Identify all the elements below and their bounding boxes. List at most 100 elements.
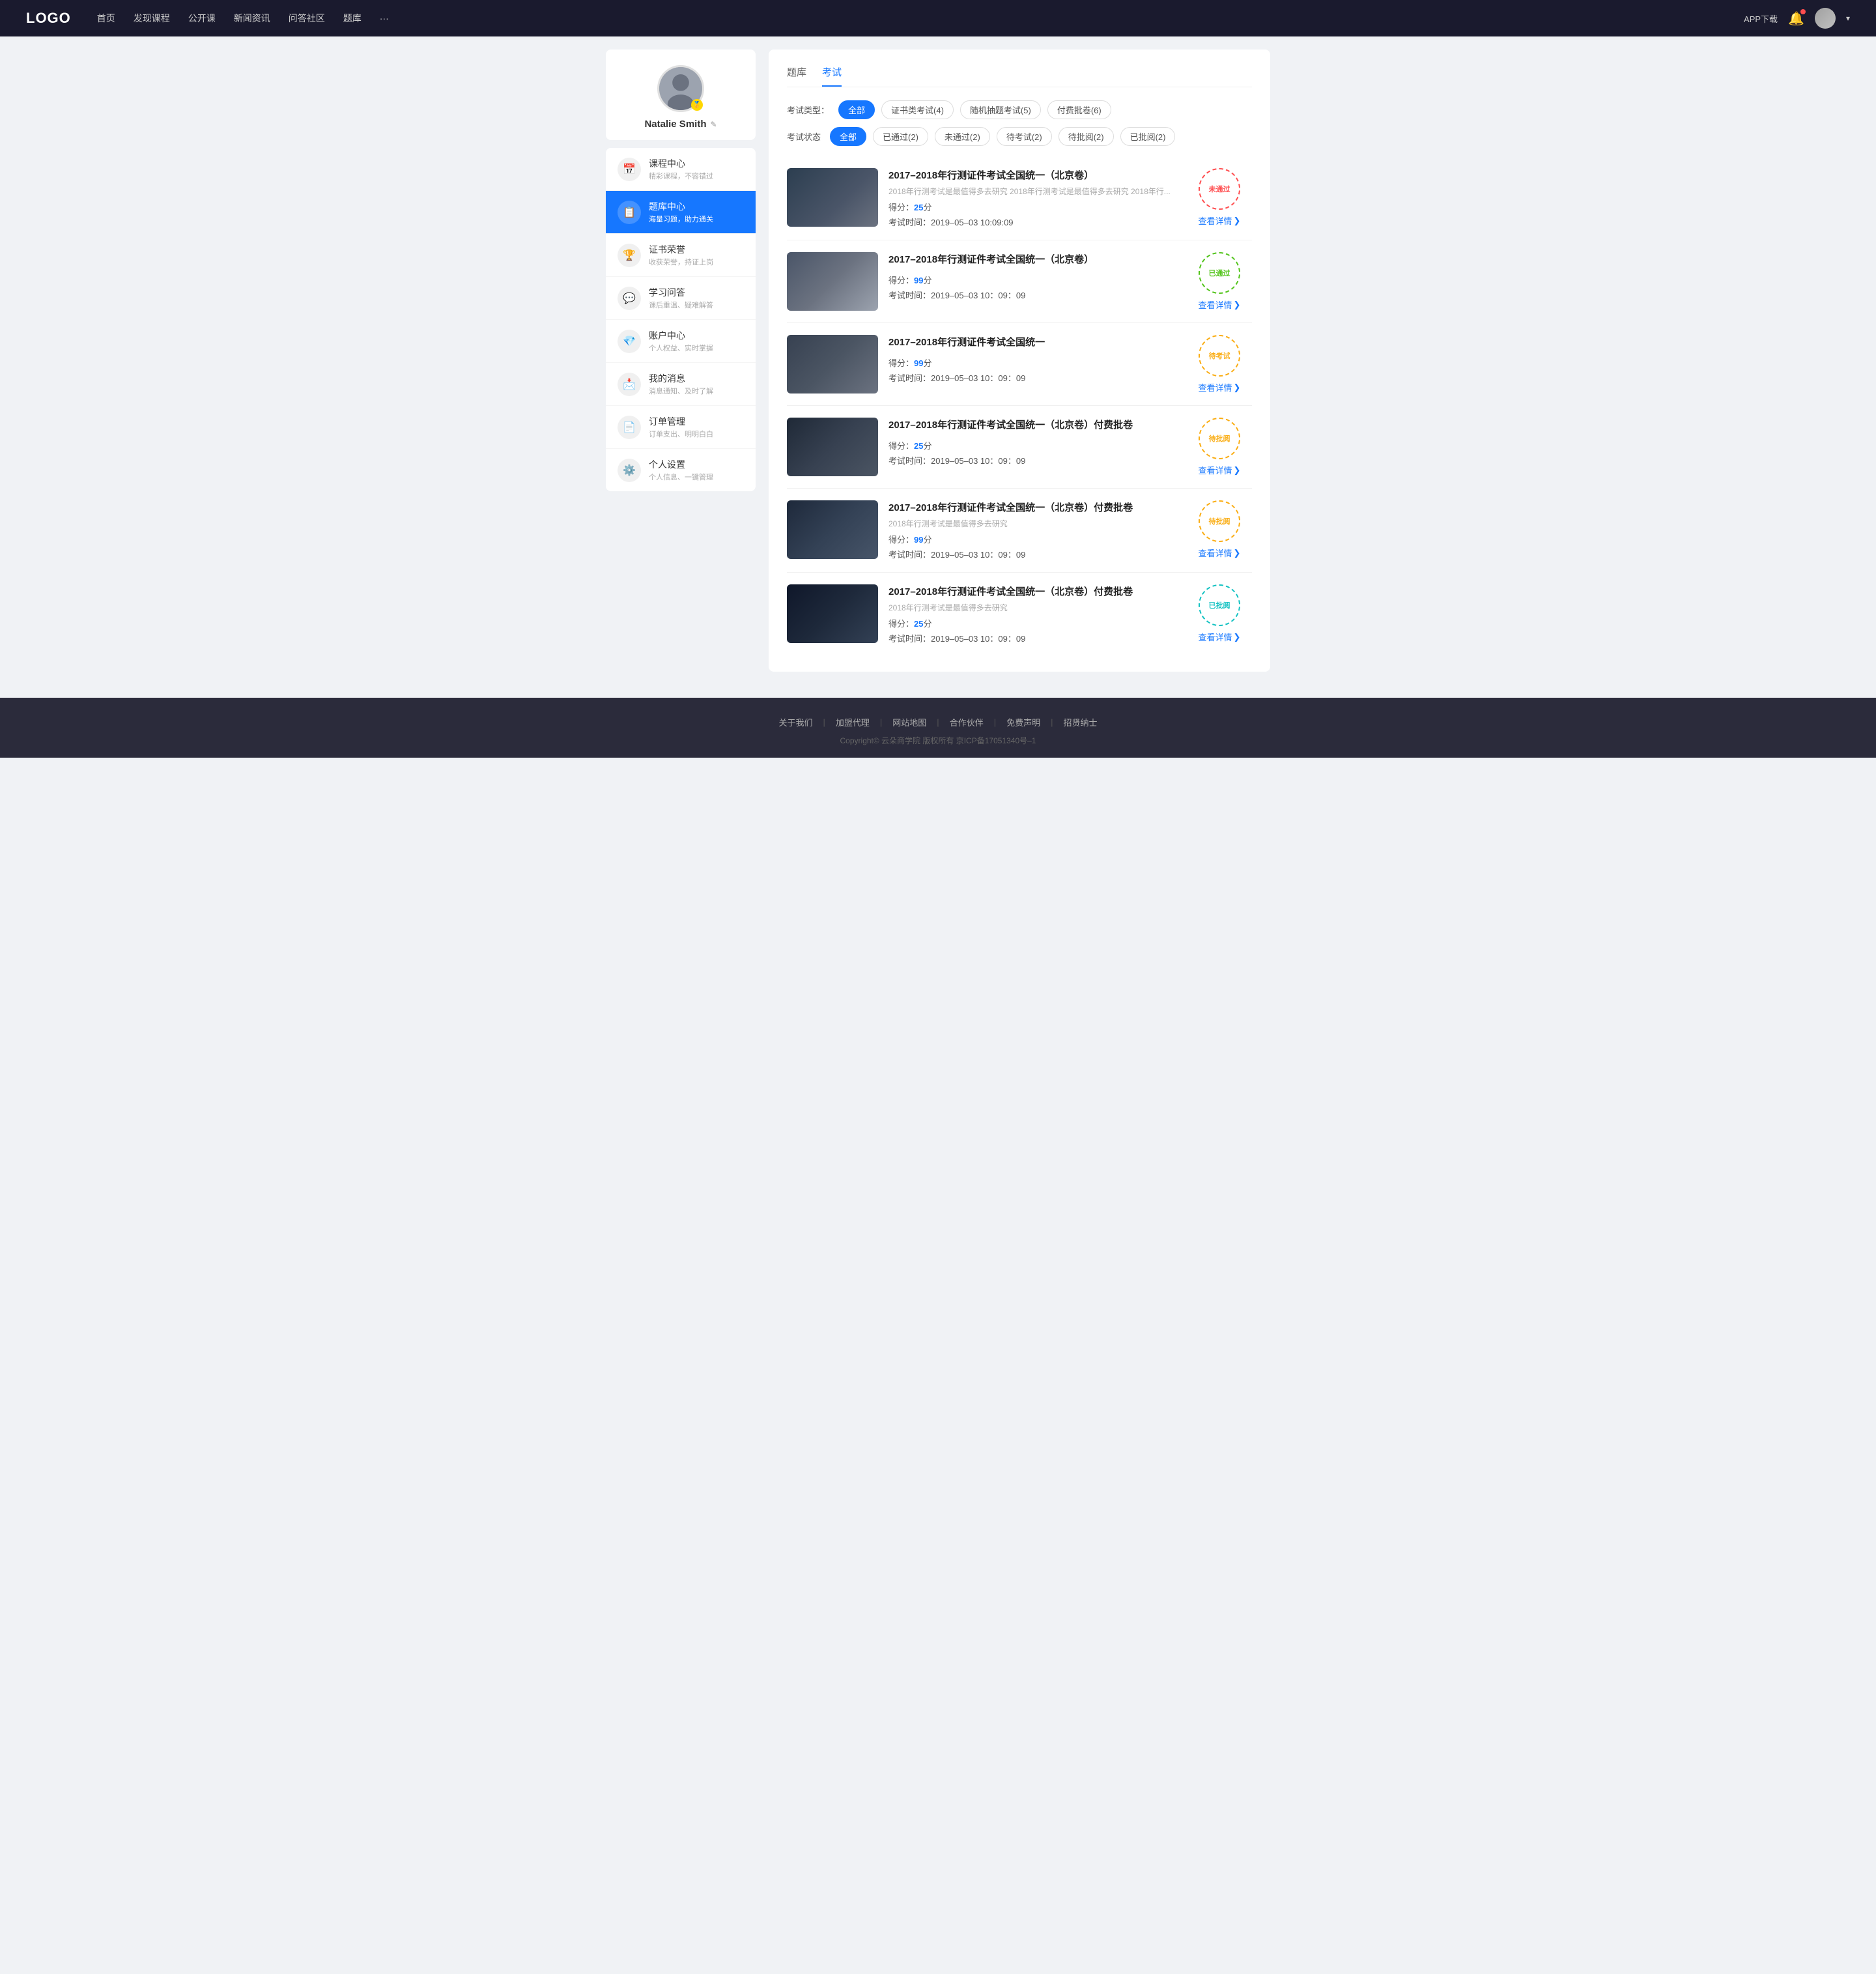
view-detail-4[interactable]: 查看详情❯ bbox=[1199, 464, 1241, 476]
course-label: 课程中心 bbox=[649, 157, 713, 170]
exam-thumb-6 bbox=[787, 584, 878, 643]
exam-right-2: 已通过 查看详情❯ bbox=[1187, 252, 1252, 311]
tab-bank[interactable]: 题库 bbox=[787, 65, 806, 87]
exam-right-1: 未通过 查看详情❯ bbox=[1187, 168, 1252, 227]
status-stamp-5: 待批阅 bbox=[1199, 500, 1240, 542]
notification-button[interactable]: 🔔 bbox=[1788, 10, 1804, 27]
exam-right-4: 待批阅 查看详情❯ bbox=[1187, 418, 1252, 476]
exam-item-6: 2017–2018年行测证件考试全国统一（北京卷）付费批卷 2018年行测考试是… bbox=[787, 573, 1252, 656]
username-row: Natalie Smith ✎ bbox=[616, 119, 745, 130]
exam-score-4: 得分：25分 bbox=[888, 439, 1176, 451]
footer-recruit[interactable]: 招贤纳士 bbox=[1053, 716, 1108, 728]
nav-discover[interactable]: 发现课程 bbox=[134, 12, 170, 25]
sidebar-item-course[interactable]: 📅 课程中心 精彩课程，不容错过 bbox=[606, 148, 756, 191]
footer-partner[interactable]: 合作伙伴 bbox=[939, 716, 994, 728]
exam-title-2: 2017–2018年行测证件考试全国统一（北京卷） bbox=[888, 252, 1176, 266]
status-stamp-4: 待批阅 bbox=[1199, 418, 1240, 459]
nav-qa[interactable]: 问答社区 bbox=[289, 12, 325, 25]
status-stamp-3: 待考试 bbox=[1199, 335, 1240, 377]
exam-desc-1: 2018年行测考试是最值得多去研究 2018年行测考试是最值得多去研究 2018… bbox=[888, 186, 1175, 197]
order-label: 订单管理 bbox=[649, 415, 713, 428]
exam-thumb-4 bbox=[787, 418, 878, 476]
view-detail-6[interactable]: 查看详情❯ bbox=[1199, 631, 1241, 643]
sidebar-item-message[interactable]: 📩 我的消息 消息通知、及时了解 bbox=[606, 363, 756, 406]
edit-profile-icon[interactable]: ✎ bbox=[710, 120, 717, 129]
exam-right-6: 已批阅 查看详情❯ bbox=[1187, 584, 1252, 643]
exam-thumb-5 bbox=[787, 500, 878, 559]
filter-type-all[interactable]: 全部 bbox=[838, 100, 875, 119]
settings-sub: 个人信息、一键管理 bbox=[649, 472, 713, 482]
ask-text-wrap: 学习问答 课后重温、疑难解答 bbox=[649, 286, 713, 310]
sidebar-item-cert[interactable]: 🏆 证书荣誉 收获荣誉，持证上岗 bbox=[606, 234, 756, 277]
sidebar-item-settings[interactable]: ⚙️ 个人设置 个人信息、一键管理 bbox=[606, 449, 756, 491]
filter-status-reviewed[interactable]: 已批阅(2) bbox=[1120, 127, 1176, 146]
main-nav: 首页 发现课程 公开课 新闻资讯 问答社区 题库 ··· bbox=[97, 12, 1744, 25]
sidebar-item-quiz[interactable]: 📋 题库中心 海量习题，助力通关 bbox=[606, 191, 756, 234]
user-menu-chevron[interactable]: ▾ bbox=[1846, 14, 1850, 23]
account-label: 账户中心 bbox=[649, 329, 713, 342]
filter-status-all[interactable]: 全部 bbox=[830, 127, 866, 146]
footer-sitemap[interactable]: 网站地图 bbox=[882, 716, 937, 728]
footer-disclaimer[interactable]: 免费声明 bbox=[996, 716, 1051, 728]
view-detail-1[interactable]: 查看详情❯ bbox=[1199, 214, 1241, 227]
filter-status-label: 考试状态 bbox=[787, 130, 821, 143]
exam-time-5: 考试时间：2019–05–03 10：09：09 bbox=[888, 548, 1176, 560]
page-tabs: 题库 考试 bbox=[787, 65, 1252, 87]
quiz-label: 题库中心 bbox=[649, 200, 713, 213]
exam-desc-5: 2018年行测考试是最值得多去研究 bbox=[888, 518, 1175, 529]
cert-icon: 🏆 bbox=[618, 244, 641, 267]
filter-type-cert[interactable]: 证书类考试(4) bbox=[881, 100, 954, 119]
exam-right-3: 待考试 查看详情❯ bbox=[1187, 335, 1252, 393]
exam-info-6: 2017–2018年行测证件考试全国统一（北京卷）付费批卷 2018年行测考试是… bbox=[888, 584, 1176, 644]
filter-type-random[interactable]: 随机抽题考试(5) bbox=[960, 100, 1041, 119]
exam-info-5: 2017–2018年行测证件考试全国统一（北京卷）付费批卷 2018年行测考试是… bbox=[888, 500, 1176, 560]
filter-status-failed[interactable]: 未通过(2) bbox=[935, 127, 990, 146]
sidebar-item-ask[interactable]: 💬 学习问答 课后重温、疑难解答 bbox=[606, 277, 756, 320]
sidebar-item-account[interactable]: 💎 账户中心 个人权益、实时掌握 bbox=[606, 320, 756, 363]
exam-score-3: 得分：99分 bbox=[888, 356, 1176, 369]
filter-status-passed[interactable]: 已通过(2) bbox=[873, 127, 928, 146]
filter-status-pending[interactable]: 待考试(2) bbox=[997, 127, 1052, 146]
nav-more[interactable]: ··· bbox=[380, 13, 389, 23]
exam-item-2: 2017–2018年行测证件考试全国统一（北京卷） 得分：99分 考试时间：20… bbox=[787, 240, 1252, 323]
course-icon: 📅 bbox=[618, 158, 641, 181]
settings-text-wrap: 个人设置 个人信息、一键管理 bbox=[649, 458, 713, 482]
exam-thumb-3 bbox=[787, 335, 878, 393]
exam-time-3: 考试时间：2019–05–03 10：09：09 bbox=[888, 371, 1176, 384]
filter-type-row: 考试类型： 全部 证书类考试(4) 随机抽题考试(5) 付费批卷(6) bbox=[787, 100, 1252, 119]
view-detail-2[interactable]: 查看详情❯ bbox=[1199, 298, 1241, 311]
nav-news[interactable]: 新闻资讯 bbox=[234, 12, 270, 25]
filter-type-paid[interactable]: 付费批卷(6) bbox=[1047, 100, 1111, 119]
footer-franchise[interactable]: 加盟代理 bbox=[825, 716, 880, 728]
nav-home[interactable]: 首页 bbox=[97, 12, 115, 25]
exam-item-3: 2017–2018年行测证件考试全国统一 得分：99分 考试时间：2019–05… bbox=[787, 323, 1252, 406]
exam-item-1: 2017–2018年行测证件考试全国统一（北京卷） 2018年行测考试是最值得多… bbox=[787, 156, 1252, 240]
content-area: 题库 考试 考试类型： 全部 证书类考试(4) 随机抽题考试(5) 付费批卷(6… bbox=[769, 50, 1270, 672]
tab-exam[interactable]: 考试 bbox=[822, 65, 842, 87]
status-stamp-2: 已通过 bbox=[1199, 252, 1240, 294]
exam-title-1: 2017–2018年行测证件考试全国统一（北京卷） bbox=[888, 168, 1176, 182]
exam-score-2: 得分：99分 bbox=[888, 274, 1176, 286]
sidebar-profile: 🥇 Natalie Smith ✎ bbox=[606, 50, 756, 140]
nav-quiz[interactable]: 题库 bbox=[343, 12, 362, 25]
status-stamp-6: 已批阅 bbox=[1199, 584, 1240, 626]
settings-icon: ⚙️ bbox=[618, 459, 641, 482]
view-detail-3[interactable]: 查看详情❯ bbox=[1199, 381, 1241, 393]
view-detail-5[interactable]: 查看详情❯ bbox=[1199, 547, 1241, 559]
exam-time-2: 考试时间：2019–05–03 10：09：09 bbox=[888, 289, 1176, 301]
account-icon: 💎 bbox=[618, 330, 641, 353]
ask-sub: 课后重温、疑难解答 bbox=[649, 300, 713, 310]
exam-right-5: 待批阅 查看详情❯ bbox=[1187, 500, 1252, 559]
footer-about[interactable]: 关于我们 bbox=[768, 716, 823, 728]
footer-links: 关于我们 | 加盟代理 | 网站地图 | 合作伙伴 | 免费声明 | 招贤纳士 bbox=[0, 716, 1876, 728]
exam-info-2: 2017–2018年行测证件考试全国统一（北京卷） 得分：99分 考试时间：20… bbox=[888, 252, 1176, 301]
app-download-button[interactable]: APP下载 bbox=[1744, 12, 1778, 25]
ask-icon: 💬 bbox=[618, 287, 641, 310]
user-avatar-header[interactable] bbox=[1815, 8, 1836, 29]
message-text-wrap: 我的消息 消息通知、及时了解 bbox=[649, 372, 713, 396]
sidebar-item-order[interactable]: 📄 订单管理 订单支出、明明白白 bbox=[606, 406, 756, 449]
nav-opencourse[interactable]: 公开课 bbox=[188, 12, 216, 25]
filter-status-reviewing[interactable]: 待批阅(2) bbox=[1059, 127, 1114, 146]
exam-list: 2017–2018年行测证件考试全国统一（北京卷） 2018年行测考试是最值得多… bbox=[787, 156, 1252, 656]
exam-thumb-1 bbox=[787, 168, 878, 227]
